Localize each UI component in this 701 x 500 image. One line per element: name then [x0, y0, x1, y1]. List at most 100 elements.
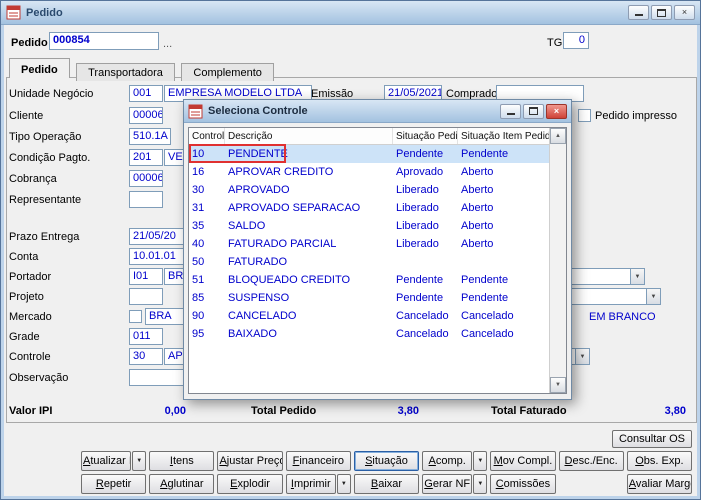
chevron-down-icon[interactable]: ▼ — [630, 268, 645, 285]
ajustar-precos-button[interactable]: Ajustar Preços — [217, 451, 283, 471]
imprimir-dropdown-button[interactable]: ▼ — [336, 474, 351, 494]
controle-code-field[interactable]: 30 — [129, 348, 163, 365]
explodir-button[interactable]: Explodir — [217, 474, 283, 494]
situacao-pedido-column-header: Situação Pedido — [393, 128, 458, 144]
descricao-cell: SALDO — [228, 220, 266, 232]
dialog-close-button[interactable]: × — [546, 103, 567, 119]
itens-button[interactable]: Itens — [149, 451, 215, 471]
projeto-combo-field[interactable] — [561, 288, 646, 305]
desc-enc-button[interactable]: Desc./Enc. — [558, 451, 624, 471]
comissoes-button[interactable]: Comissões — [490, 474, 556, 494]
tipo-operacao-field[interactable]: 510.1A — [129, 128, 171, 145]
condicao-pagto-code-field[interactable]: 201 — [129, 149, 163, 166]
mercado-label: Mercado — [9, 311, 52, 323]
repetir-button[interactable]: Repetir — [81, 474, 147, 494]
pedido-impresso-checkbox[interactable] — [578, 109, 591, 122]
mov-compl-button[interactable]: Mov Compl. — [490, 451, 556, 471]
dialog-icon — [188, 104, 203, 118]
close-button[interactable]: × — [674, 5, 695, 20]
chevron-down-icon[interactable]: ▼ — [646, 288, 661, 305]
table-row[interactable]: 95 BAIXADO Cancelado Cancelado — [189, 325, 549, 343]
situacao-item-cell — [458, 253, 549, 271]
table-row[interactable]: 30 APROVADO Liberado Aberto — [189, 181, 549, 199]
tab-pedido[interactable]: Pedido — [9, 58, 70, 78]
pedido-number-field[interactable]: 000854 — [49, 32, 159, 50]
mercado-checkbox[interactable] — [129, 310, 142, 323]
controle-cell: 95 — [192, 328, 205, 340]
scroll-up-button[interactable]: ▲ — [550, 128, 566, 144]
chevron-down-icon[interactable]: ▼ — [575, 348, 590, 365]
button-row-2: Repetir Aglutinar Explodir Imprimir ▼ Baixar G… — [81, 474, 692, 494]
table-row[interactable]: 51 BLOQUEADO CREDITO Pendente Pendente — [189, 271, 549, 289]
dialog-maximize-button[interactable] — [523, 103, 544, 119]
descricao-cell: BLOQUEADO CREDITO — [228, 274, 351, 286]
financeiro-button[interactable]: Financeiro — [285, 451, 351, 471]
representante-code-field[interactable] — [129, 191, 163, 208]
table-row[interactable]: 50 FATURADO — [189, 253, 549, 271]
avaliar-margem-button[interactable]: Avaliar Margem — [626, 474, 692, 494]
dialog-titlebar[interactable]: Seleciona Controle × — [184, 100, 571, 123]
representante-label: Representante — [9, 194, 82, 206]
unidade-negocio-code-field[interactable]: 001 — [129, 85, 163, 102]
portador-combo[interactable]: ▼ — [561, 268, 645, 285]
tab-complemento[interactable]: Complemento — [181, 63, 274, 81]
pedido-window: Pedido × Pedido 000854 ... TG 0 Pedido T… — [0, 0, 701, 500]
grade-label: Grade — [9, 331, 40, 343]
arrow-up-icon: ▲ — [555, 133, 561, 139]
button-row-1: Atualizar Imp▼ItensAjustar PreçosFinance… — [81, 451, 692, 471]
prazo-entrega-label: Prazo Entrega — [9, 231, 80, 243]
tg-label: TG — [547, 37, 563, 49]
table-row[interactable]: 16 APROVAR CREDITO Aprovado Aberto — [189, 163, 549, 181]
projeto-code-field[interactable] — [129, 288, 163, 305]
baixar-button[interactable]: Baixar — [353, 474, 420, 494]
situacao-item-cell: Pendente — [461, 274, 509, 286]
acomp-button[interactable]: Acomp. — [422, 451, 473, 471]
table-row[interactable]: 90 CANCELADO Cancelado Cancelado — [189, 307, 549, 325]
obs-exp-button[interactable]: Obs. Exp. — [626, 451, 692, 471]
table-row[interactable]: 40 FATURADO PARCIAL Liberado Aberto — [189, 235, 549, 253]
conta-field[interactable]: 10.01.01 — [129, 248, 187, 265]
situacao-pedido-cell: Liberado — [396, 184, 439, 196]
cobranca-label: Cobrança — [9, 173, 57, 185]
situacao-pedido-cell: Liberado — [396, 220, 439, 232]
portador-code-field[interactable]: I01 — [129, 268, 163, 285]
valor-ipi-value: 0,00 — [164, 405, 186, 417]
vertical-scrollbar[interactable]: ▲ ▼ — [549, 128, 566, 393]
gerar-nf-button[interactable]: Gerar NF — [422, 474, 473, 494]
situacao-button[interactable]: Situação — [353, 451, 420, 471]
cliente-code-field[interactable]: 000065 — [129, 107, 163, 124]
minimize-button[interactable] — [628, 5, 649, 20]
aglutinar-button[interactable]: Aglutinar — [149, 474, 215, 494]
tipo-operacao-label: Tipo Operação — [9, 131, 82, 143]
descricao-cell: FATURADO — [228, 256, 288, 268]
cobranca-code-field[interactable]: 000065 — [129, 170, 163, 187]
gerar-nf-dropdown-button[interactable]: ▼ — [473, 474, 488, 494]
prazo-entrega-field[interactable]: 21/05/20 — [129, 228, 187, 245]
projeto-combo[interactable]: ▼ — [561, 288, 661, 305]
table-row[interactable]: 35 SALDO Liberado Aberto — [189, 217, 549, 235]
descricao-cell: FATURADO PARCIAL — [228, 238, 337, 250]
atualizar-imp-button[interactable]: Atualizar Imp — [81, 451, 132, 471]
imprimir-button[interactable]: Imprimir — [285, 474, 336, 494]
atualizar-imp-dropdown-button[interactable]: ▼ — [132, 451, 147, 471]
tab-transportadora[interactable]: Transportadora — [76, 63, 175, 81]
scroll-down-button[interactable]: ▼ — [550, 377, 566, 393]
dialog-table-body: 10 PENDENTE Pendente Pendente 16 APROVAR CRED… — [189, 144, 549, 393]
table-row[interactable]: 31 APROVADO SEPARACAO Liberado Aberto — [189, 199, 549, 217]
tg-field[interactable]: 0 — [563, 32, 589, 49]
dialog-minimize-button[interactable] — [500, 103, 521, 119]
grade-field[interactable]: 011 — [129, 328, 163, 345]
acomp-dropdown-button[interactable]: ▼ — [473, 451, 488, 471]
controle-column-header: Controle — [189, 128, 225, 144]
titlebar[interactable]: Pedido × — [1, 1, 700, 25]
table-row[interactable]: 85 SUSPENSO Pendente Pendente — [189, 289, 549, 307]
maximize-button[interactable] — [651, 5, 672, 20]
situacao-pedido-cell: Cancelado — [396, 310, 449, 322]
descricao-cell: CANCELADO — [228, 310, 297, 322]
maximize-icon — [657, 8, 666, 17]
consultar-os-button[interactable]: Consultar OS — [612, 430, 692, 448]
pedido-lookup-button[interactable]: ... — [163, 38, 172, 50]
minimize-icon — [506, 108, 515, 115]
table-row[interactable]: 10 PENDENTE Pendente Pendente — [189, 144, 549, 163]
pedido-label: Pedido — [11, 37, 48, 49]
